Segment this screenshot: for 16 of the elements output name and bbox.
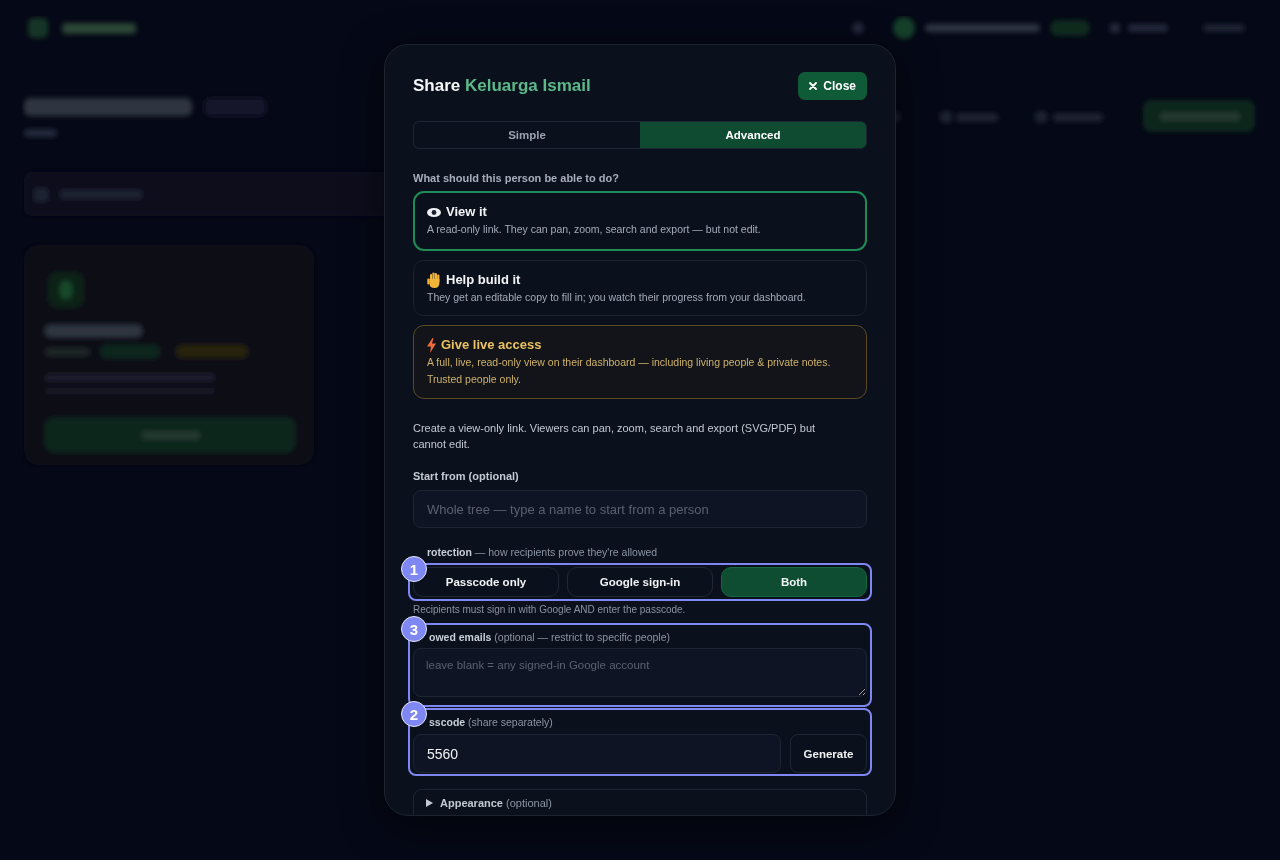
start-from-field[interactable]: Whole tree — type a name to start from a person: [413, 490, 867, 528]
allowed-emails-label: owed emails (optional — restrict to specific people): [429, 630, 672, 644]
protection-note: Recipients must sign in with Google AND enter the passcode.: [413, 604, 687, 616]
mode-description: Create a view-only link. Viewers can pan, zoom, search and export (SVG/PDF) but cannot edit.: [413, 421, 817, 452]
passcode-field[interactable]: 5560: [413, 734, 781, 773]
annotation-number: 1: [401, 556, 427, 582]
protection-option[interactable]: Both: [721, 567, 867, 597]
annotation-number: 2: [401, 701, 427, 727]
protection-label: rotection — how recipients prove they're allowed: [427, 545, 659, 559]
allowed-emails-field[interactable]: leave blank = any signed-in Google account: [413, 648, 867, 697]
appearance-toggle[interactable]: Appearance (optional): [413, 789, 867, 815]
generate-button[interactable]: Generate: [790, 734, 867, 773]
annotation-number: 3: [401, 616, 427, 642]
passcode-label: sscode (share separately): [429, 715, 554, 729]
field-label: Start from (optional): [413, 469, 520, 483]
protection-option[interactable]: Google sign-in: [567, 567, 713, 597]
